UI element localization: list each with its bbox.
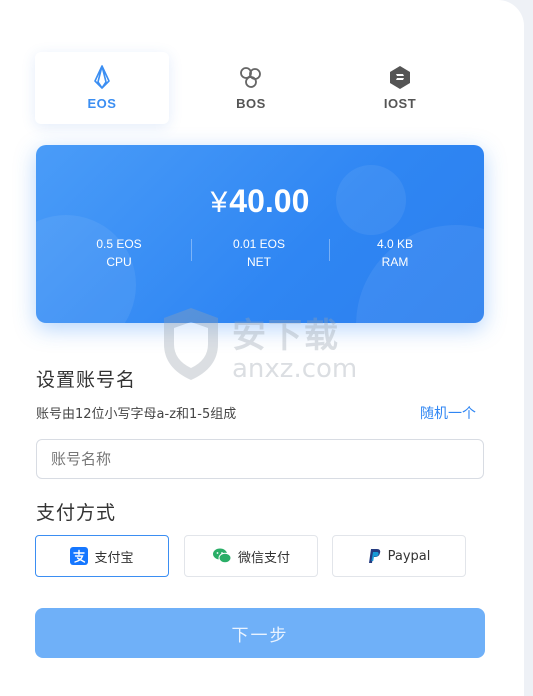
account-hint: 账号由12位小写字母a-z和1-5组成 bbox=[36, 407, 237, 422]
pay-paypal-button[interactable]: Paypal bbox=[332, 535, 466, 577]
pay-alipay-button[interactable]: 支付宝 bbox=[35, 535, 169, 577]
tab-iost[interactable]: IOST bbox=[333, 52, 467, 124]
account-section-title: 设置账号名 bbox=[36, 369, 137, 391]
eos-icon bbox=[94, 65, 110, 89]
resource-cpu: 0.5 EOS CPU bbox=[44, 235, 194, 271]
tab-eos[interactable]: EOS bbox=[35, 52, 169, 124]
resource-name: RAM bbox=[381, 255, 409, 269]
pay-paypal-label: Paypal bbox=[387, 548, 431, 564]
resource-card: ¥40.00 0.5 EOS CPU 0.01 EOS NET 4.0 KB R… bbox=[36, 145, 484, 323]
price-amount: 40.00 bbox=[229, 183, 310, 219]
resource-value: 4.0 KB bbox=[376, 237, 414, 251]
resource-net: 0.01 EOS NET bbox=[184, 235, 334, 271]
alipay-icon bbox=[70, 547, 89, 565]
iost-icon bbox=[390, 66, 410, 89]
price-display: ¥40.00 bbox=[36, 183, 484, 220]
resource-ram: 4.0 KB RAM bbox=[320, 235, 470, 271]
tab-bos[interactable]: BOS bbox=[184, 52, 318, 124]
currency-symbol: ¥ bbox=[210, 186, 228, 219]
payment-section-title: 支付方式 bbox=[36, 502, 117, 524]
bos-icon bbox=[240, 67, 261, 88]
wechat-icon bbox=[212, 548, 232, 564]
pay-wechat-label: 微信支付 bbox=[237, 550, 290, 566]
next-step-button[interactable]: 下一步 bbox=[35, 608, 485, 658]
pay-alipay-label: 支付宝 bbox=[94, 550, 134, 566]
main-panel: EOS BOS IOST ¥40.00 0.5 EOS CPU 0.01 EOS bbox=[0, 0, 524, 696]
tab-bos-label: BOS bbox=[236, 96, 266, 111]
tab-iost-label: IOST bbox=[383, 96, 417, 111]
paypal-icon bbox=[368, 549, 380, 563]
resource-value: 0.01 EOS bbox=[232, 237, 286, 251]
watermark-text-en: anxz.com bbox=[232, 354, 358, 384]
resource-name: CPU bbox=[106, 255, 132, 269]
random-account-link[interactable]: 随机一个 bbox=[420, 403, 476, 423]
pay-wechat-button[interactable]: 微信支付 bbox=[184, 535, 318, 577]
resource-name: NET bbox=[247, 255, 271, 269]
resource-value: 0.5 EOS bbox=[96, 237, 142, 251]
account-name-input[interactable] bbox=[36, 439, 484, 479]
tab-eos-label: EOS bbox=[87, 96, 117, 111]
